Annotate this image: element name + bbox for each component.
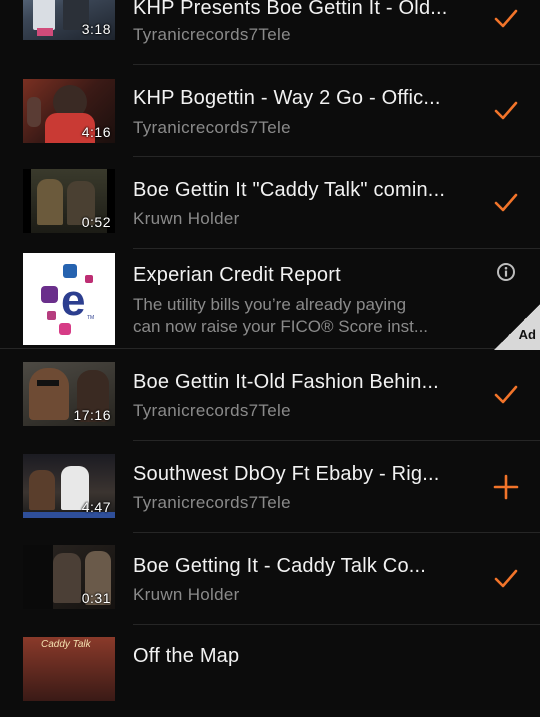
video-thumbnail[interactable]: Caddy Talk (23, 637, 115, 701)
video-duration: 0:52 (81, 214, 111, 230)
ad-logo[interactable]: e TM (23, 253, 115, 345)
video-channel: Kruwn Holder (133, 209, 240, 228)
video-title: Boe Getting It - Caddy Talk Co... (133, 555, 427, 577)
video-row[interactable]: 4:47 Southwest DbOy Ft Ebaby - Rig... Ty… (0, 441, 540, 533)
ad-logo-letter: e (61, 276, 86, 325)
ad-row[interactable]: e TM Experian Credit Report The utility … (0, 249, 540, 349)
info-icon[interactable] (496, 262, 516, 282)
video-row[interactable]: Caddy Talk Off the Map (0, 625, 540, 717)
video-duration: 4:47 (81, 499, 111, 515)
ad-title: Experian Credit Report (133, 264, 341, 286)
video-title: KHP Presents Boe Gettin It - Old... (133, 0, 448, 19)
checkmark-icon[interactable] (492, 5, 520, 33)
video-thumbnail[interactable]: 0:52 (23, 169, 115, 233)
video-title: Southwest DbOy Ft Ebaby - Rig... (133, 463, 440, 485)
video-channel: Tyranicrecords7Tele (133, 118, 291, 137)
video-channel: Kruwn Holder (133, 585, 240, 604)
thumbnail-caption: Caddy Talk (41, 639, 91, 650)
video-title: KHP Bogettin - Way 2 Go - Offic... (133, 87, 441, 109)
video-row[interactable]: 3:18 KHP Presents Boe Gettin It - Old...… (0, 0, 540, 65)
video-title: Off the Map (133, 645, 240, 667)
ad-description-line1: The utility bills you’re already paying (133, 295, 407, 314)
video-duration: 0:31 (81, 590, 111, 606)
video-row[interactable]: 17:16 Boe Gettin It-Old Fashion Behin...… (0, 349, 540, 441)
video-thumbnail[interactable]: 17:16 (23, 362, 115, 426)
video-duration: 4:16 (81, 124, 111, 140)
video-row[interactable]: 0:31 Boe Getting It - Caddy Talk Co... K… (0, 533, 540, 625)
video-row[interactable]: 4:16 KHP Bogettin - Way 2 Go - Offic... … (0, 65, 540, 157)
video-title: Boe Gettin It-Old Fashion Behin... (133, 371, 439, 393)
checkmark-icon[interactable] (492, 189, 520, 217)
video-duration: 17:16 (73, 407, 111, 423)
checkmark-icon[interactable] (492, 565, 520, 593)
video-row[interactable]: 0:52 Boe Gettin It "Caddy Talk" comin...… (0, 157, 540, 249)
video-duration: 3:18 (81, 21, 111, 37)
video-channel: Tyranicrecords7Tele (133, 493, 291, 512)
ad-logo-tm: TM (87, 315, 95, 321)
video-title: Boe Gettin It "Caddy Talk" comin... (133, 179, 446, 201)
video-thumbnail[interactable]: 0:31 (23, 545, 115, 609)
plus-icon[interactable] (492, 473, 520, 501)
video-thumbnail[interactable]: 3:18 (23, 0, 115, 40)
checkmark-icon[interactable] (492, 97, 520, 125)
video-thumbnail[interactable]: 4:47 (23, 454, 115, 518)
video-thumbnail[interactable]: 4:16 (23, 79, 115, 143)
checkmark-icon[interactable] (492, 381, 520, 409)
video-channel: Tyranicrecords7Tele (133, 401, 291, 420)
ad-description-line2: can now raise your FICO® Score inst... (133, 317, 429, 336)
video-channel: Tyranicrecords7Tele (133, 25, 291, 44)
ad-badge: Ad (518, 327, 536, 342)
